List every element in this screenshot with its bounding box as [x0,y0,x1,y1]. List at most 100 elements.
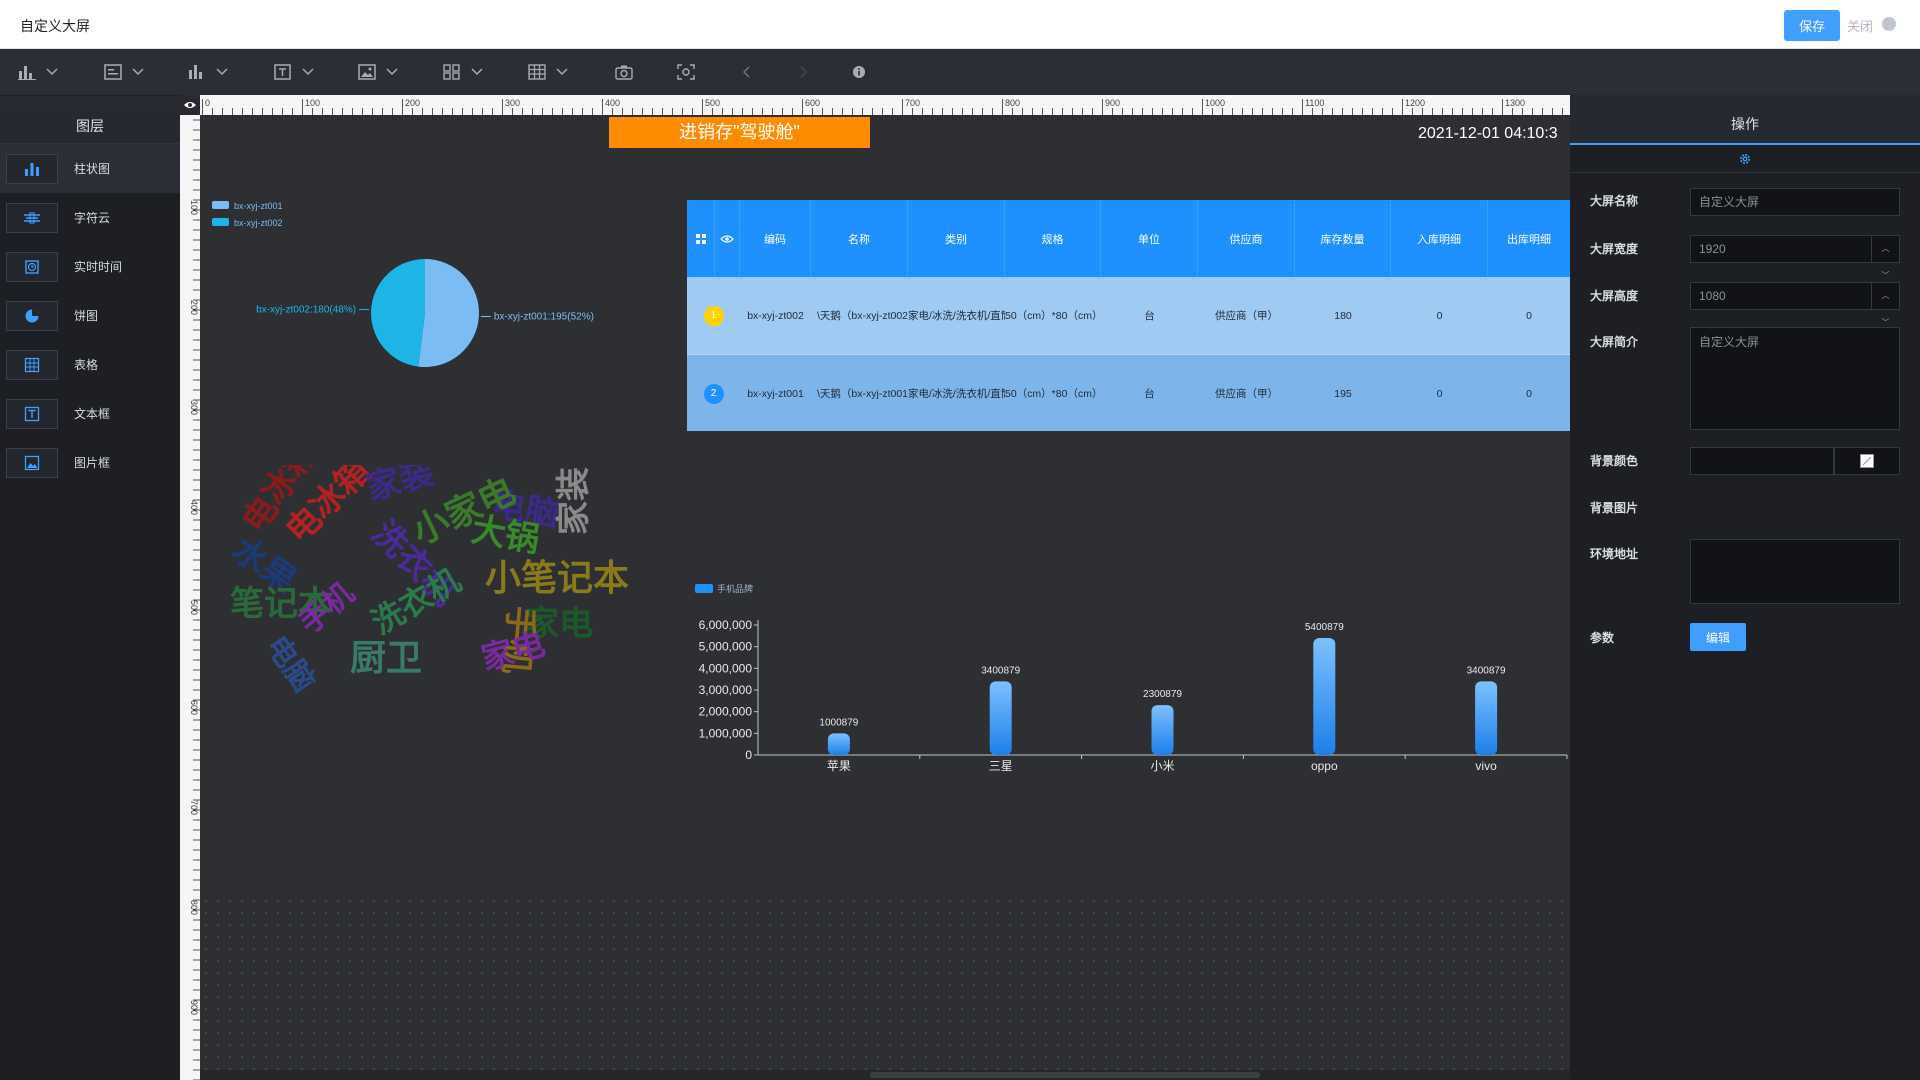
ruler-label: 400 [189,500,199,515]
color-picker-button[interactable] [1834,447,1900,475]
layer-item-text-box[interactable]: 文本框 [0,389,180,438]
ruler-left: 100 200 300 400 500 600 700 800 900 [180,115,200,1080]
column-chart-icon[interactable] [188,61,228,83]
pie-legend-swatch[interactable] [212,218,229,226]
ruler-toggle-eye-icon[interactable] [180,95,200,115]
screen-height-input[interactable]: 1080 ︿ ﹀ [1690,282,1900,327]
design-canvas[interactable]: 进销存"驾驶舱" 2021-12-01 04:10:3 bx-xyj-zt001… [200,115,1570,1070]
bar-chart-icon[interactable] [18,61,58,83]
edit-params-button[interactable]: 编辑 [1690,623,1746,651]
horizontal-scrollbar[interactable] [200,1070,1570,1080]
col-header[interactable]: 规格 [1005,200,1101,277]
save-button[interactable]: 保存 [1784,10,1840,41]
col-header[interactable]: 单位 [1101,200,1198,277]
ruler-label: 600 [805,98,820,108]
word-cloud-word[interactable]: 家装 [362,465,438,508]
text-box-icon [6,398,58,429]
width-stepper[interactable]: ︿ ﹀ [1871,236,1899,280]
table-row[interactable]: 2 bx-xyj-zt001 \天鹅（bx-xyj-zt001） 家电/冰洗/洗… [687,354,1570,431]
close-link[interactable]: 关闭 [1847,16,1873,35]
table-icon[interactable] [528,61,568,83]
screen-desc-textarea[interactable]: 自定义大屏 [1690,327,1900,430]
ruler-label: 500 [705,98,720,108]
height-stepper[interactable]: ︿ ﹀ [1871,283,1899,327]
env-address-label: 环境地址 [1590,547,1639,561]
col-header[interactable]: 类别 [908,200,1005,277]
table-row[interactable]: 1 bx-xyj-zt002 \天鹅（bx-xyj-zt002） 家电/冰洗/洗… [687,277,1570,354]
bar-value-label: 3400879 [981,665,1020,676]
eye-icon[interactable] [715,200,740,277]
layer-item-pie-chart[interactable]: 饼图 [0,291,180,340]
bar-legend-label[interactable]: 手机品牌 [717,583,753,594]
text-list-icon[interactable] [104,61,144,83]
cell-category: 家电/冰洗/洗衣机/直筒 [908,388,1005,400]
pie-slice[interactable] [418,259,480,367]
cell-category: 家电/冰洗/洗衣机/直筒 [908,310,1005,322]
screen-width-input[interactable]: 1920 ︿ ﹀ [1690,235,1900,280]
cell-name: \天鹅（bx-xyj-zt001） [817,388,908,400]
ruler-label: 600 [189,700,199,715]
pie-slice[interactable] [371,259,425,367]
layers-panel: 图层 柱状图 字符云 实时时间 饼图 表格 文本框 图片框 [0,108,180,1080]
image-icon[interactable] [358,61,398,83]
cell-in: 0 [1436,387,1443,400]
realtime-clock[interactable]: 2021-12-01 04:10:3 [1418,125,1558,143]
bar-legend-swatch[interactable] [695,584,713,593]
ruler-label: 900 [189,1000,199,1015]
col-header[interactable]: 库存数量 [1295,200,1391,277]
cell-unit: 台 [1144,310,1155,322]
chevron-up-icon: ︿ [1881,244,1890,253]
redo-arrow-icon[interactable] [798,61,808,83]
screen-name-input[interactable]: 自定义大屏 [1690,188,1900,216]
close-icon[interactable] [1882,17,1896,31]
bar-chart[interactable]: 手机品牌 6,000,000 5,000,000 4,000,000 3,000,000… [687,460,1570,790]
layer-item-table[interactable]: 表格 [0,340,180,389]
text-box-icon[interactable] [274,61,314,83]
undo-arrow-icon[interactable] [742,61,752,83]
col-header[interactable]: 出库明细 [1488,200,1570,277]
layer-item-word-cloud[interactable]: 字符云 [0,193,180,242]
ruler-label: 300 [505,98,520,108]
bar[interactable] [1151,705,1174,755]
word-cloud[interactable]: 水果电冰箱电冰箱家装电脑家装洗衣机小家电大锅小笔记本笔记本手机 洗衣机 家电手机电脑… [220,465,640,715]
table-header: 编码 名称 类别 规格 单位 供应商 库存数量 入库明细 出库明细 [687,200,1570,277]
data-table[interactable]: 编码 名称 类别 规格 单位 供应商 库存数量 入库明细 出库明细 1 bx-x… [687,200,1570,431]
col-header[interactable]: 入库明细 [1391,200,1488,277]
word-cloud-word[interactable]: 电脑 [259,630,320,698]
grid-apps-icon[interactable] [443,61,483,83]
layer-item-image[interactable]: 图片框 [0,438,180,487]
app-header: 自定义大屏 保存 关闭 [0,0,1920,49]
scrollbar-thumb[interactable] [870,1072,1260,1078]
image-icon [6,447,58,478]
col-header[interactable]: 名称 [811,200,908,277]
banner-title[interactable]: 进销存"驾驶舱" [609,117,870,148]
bar[interactable] [827,733,850,755]
bar-chart-icon [6,153,58,184]
info-icon[interactable] [852,61,866,83]
word-cloud-word[interactable]: 家电 [477,625,548,676]
word-cloud-word[interactable]: 厨卫 [350,637,422,678]
camera-icon[interactable] [615,61,633,83]
pie-legend-swatch[interactable] [212,201,229,209]
settings-tab[interactable] [1570,143,1920,173]
word-cloud-word[interactable]: 家装 [555,467,593,535]
pie-chart[interactable]: bx-xyj-zt001 bx-xyj-zt002 bx-xyj-zt001:195… [200,195,670,435]
bar[interactable] [1475,681,1498,755]
layer-item-bar-chart[interactable]: 柱状图 [0,144,180,193]
word-cloud-word[interactable]: 小笔记本 [485,557,629,598]
pie-legend-label[interactable]: bx-xyj-zt001 [234,201,283,211]
layer-item-clock[interactable]: 实时时间 [0,242,180,291]
col-header[interactable]: 供应商 [1198,200,1295,277]
screenshot-icon[interactable] [677,61,695,83]
canvas-grid [200,895,1570,1070]
bar[interactable] [989,681,1012,755]
clock-icon [6,251,58,282]
bar[interactable] [1313,637,1336,755]
layer-label: 表格 [74,358,99,372]
grid-icon[interactable] [687,200,715,277]
env-address-textarea[interactable] [1690,539,1900,604]
col-header[interactable]: 编码 [740,200,811,277]
pie-legend-label[interactable]: bx-xyj-zt002 [234,218,283,228]
ruler-top: 0 100 200 300 400 500 600 700 800 900 1000 1100 1200… [200,95,1570,115]
bg-color-input[interactable] [1690,447,1834,475]
